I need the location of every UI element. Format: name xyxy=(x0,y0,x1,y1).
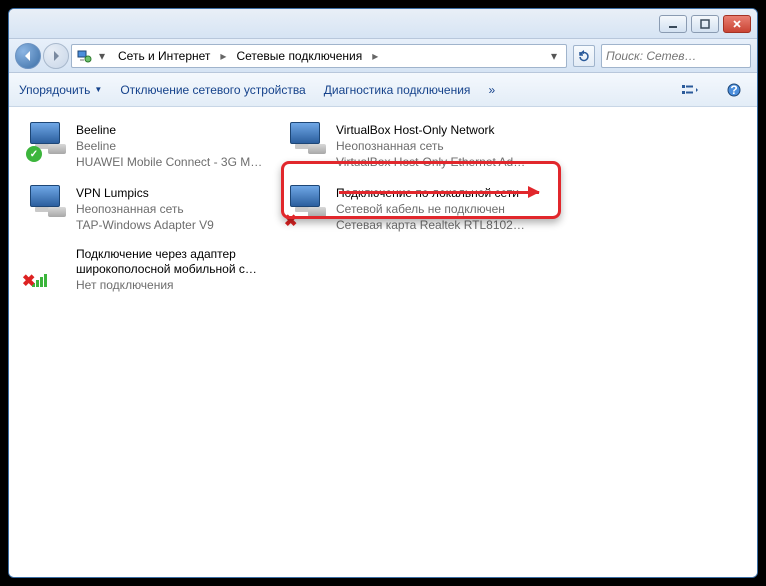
refresh-button[interactable] xyxy=(573,45,595,67)
minimize-button[interactable] xyxy=(659,15,687,33)
status-ok-icon: ✓ xyxy=(26,146,42,162)
chevron-right-icon: ▸ xyxy=(218,49,228,63)
maximize-button[interactable] xyxy=(691,15,719,33)
content-area: ✓ Beeline Beeline HUAWEI Mobile Connect … xyxy=(9,107,757,577)
chevron-right-icon: ▸ xyxy=(370,49,380,63)
history-dropdown[interactable]: ▾ xyxy=(94,49,110,63)
connection-item[interactable]: VPN Lumpics Неопознанная сеть TAP-Window… xyxy=(19,180,279,239)
address-bar: ▾ Сеть и Интернет ▸ Сетевые подключения … xyxy=(9,39,757,73)
connection-status: Сетевой кабель не подключен xyxy=(336,201,532,217)
diagnose-label: Диагностика подключения xyxy=(324,83,471,97)
connection-status: Нет подключения xyxy=(76,277,272,293)
close-button[interactable] xyxy=(723,15,751,33)
connection-name: Подключение через адаптер широкополосной… xyxy=(76,247,272,277)
connection-item-lan[interactable]: ✖ Подключение по локальной сети Сетевой … xyxy=(279,180,539,239)
explorer-window: ▾ Сеть и Интернет ▸ Сетевые подключения … xyxy=(8,8,758,578)
connection-device: VirtualBox Host-Only Ethernet Ad… xyxy=(336,154,525,170)
connection-name: Подключение по локальной сети xyxy=(336,185,532,201)
more-label: » xyxy=(488,83,495,97)
overflow-menu[interactable]: » xyxy=(488,83,495,97)
status-error-icon: ✖ xyxy=(22,271,35,291)
connection-device: TAP-Windows Adapter V9 xyxy=(76,217,214,233)
disable-label: Отключение сетевого устройства xyxy=(120,83,305,97)
search-input[interactable] xyxy=(606,49,758,63)
network-icon xyxy=(76,48,92,64)
status-error-icon: ✖ xyxy=(284,211,297,231)
back-button[interactable] xyxy=(15,43,41,69)
connection-status: Неопознанная сеть xyxy=(76,201,214,217)
connection-name: Beeline xyxy=(76,122,262,138)
connection-device: Сетевая карта Realtek RTL8102E/… xyxy=(336,217,532,233)
connection-device: HUAWEI Mobile Connect - 3G M… xyxy=(76,154,262,170)
adapter-icon: ✖ xyxy=(286,185,328,227)
svg-text:?: ? xyxy=(730,83,737,97)
help-button[interactable]: ? xyxy=(721,79,747,101)
connection-status: Beeline xyxy=(76,138,262,154)
connection-item[interactable]: VirtualBox Host-Only Network Неопознанна… xyxy=(279,117,539,176)
organize-label: Упорядочить xyxy=(19,83,90,97)
titlebar xyxy=(9,9,757,39)
breadcrumb-item[interactable]: Сеть и Интернет xyxy=(112,47,216,65)
chevron-down-icon: ▼ xyxy=(94,85,102,94)
forward-button[interactable] xyxy=(43,43,69,69)
connection-item[interactable]: ✖ Подключение через адаптер широкополосн… xyxy=(19,242,279,298)
adapter-icon xyxy=(286,122,328,164)
adapter-icon: ✖ xyxy=(26,247,68,289)
connection-name: VirtualBox Host-Only Network xyxy=(336,122,525,138)
adapter-icon: ✓ xyxy=(26,122,68,164)
breadcrumb-bar[interactable]: ▾ Сеть и Интернет ▸ Сетевые подключения … xyxy=(71,44,567,68)
diagnose-button[interactable]: Диагностика подключения xyxy=(324,83,471,97)
view-options-button[interactable] xyxy=(677,79,703,101)
organize-menu[interactable]: Упорядочить ▼ xyxy=(19,83,102,97)
connection-item[interactable]: ✓ Beeline Beeline HUAWEI Mobile Connect … xyxy=(19,117,279,176)
connection-name: VPN Lumpics xyxy=(76,185,214,201)
adapter-icon xyxy=(26,185,68,227)
connection-status: Неопознанная сеть xyxy=(336,138,525,154)
breadcrumb-item[interactable]: Сетевые подключения xyxy=(230,47,368,65)
toolbar: Упорядочить ▼ Отключение сетевого устрой… xyxy=(9,73,757,107)
disable-device-button[interactable]: Отключение сетевого устройства xyxy=(120,83,305,97)
path-dropdown[interactable]: ▾ xyxy=(546,49,562,63)
search-box[interactable] xyxy=(601,44,751,68)
